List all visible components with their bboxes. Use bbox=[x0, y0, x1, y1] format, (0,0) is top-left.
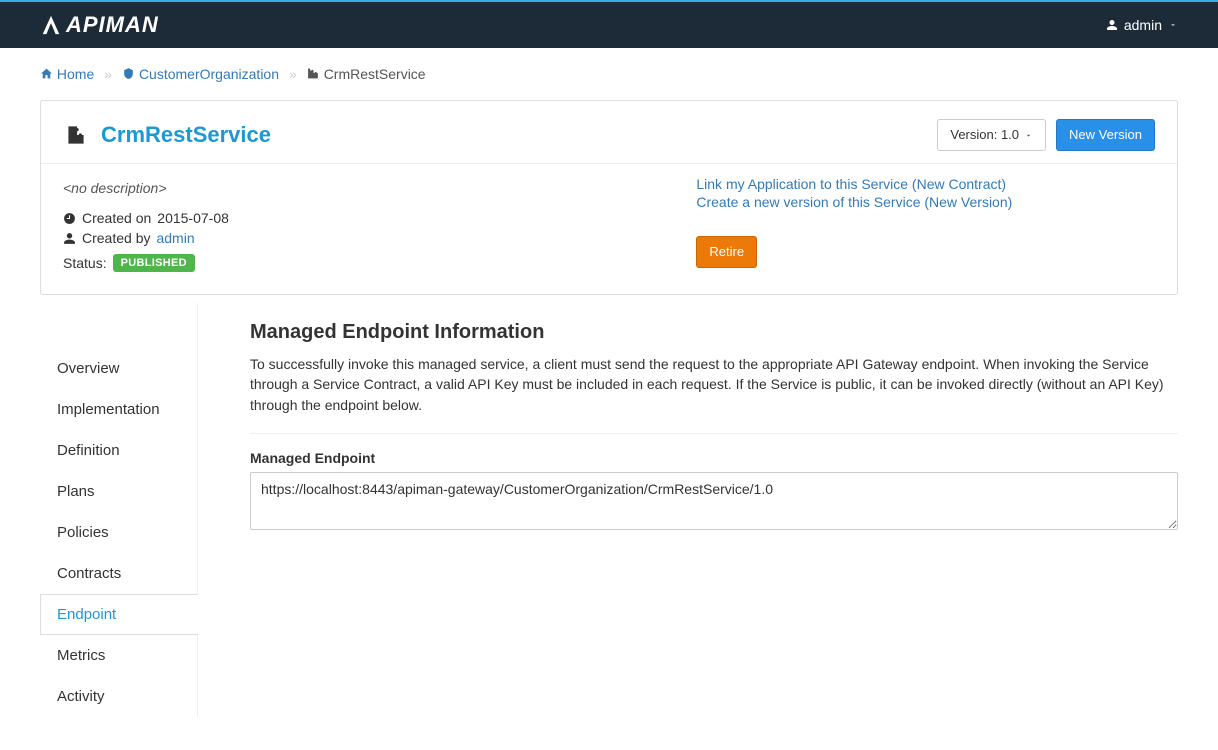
tab-policies[interactable]: Policies bbox=[40, 512, 197, 553]
header-actions: Version: 1.0 New Version bbox=[937, 119, 1155, 151]
create-version-link[interactable]: Create a new version of this Service (Ne… bbox=[696, 194, 1155, 210]
tab-overview[interactable]: Overview bbox=[40, 348, 197, 389]
version-selector[interactable]: Version: 1.0 bbox=[937, 119, 1046, 151]
home-icon bbox=[40, 67, 53, 80]
status-row: Status: PUBLISHED bbox=[63, 254, 666, 272]
breadcrumb-home[interactable]: Home bbox=[40, 66, 94, 82]
retire-button[interactable]: Retire bbox=[696, 236, 757, 268]
service-description: <no description> bbox=[63, 176, 666, 210]
service-panel: CrmRestService Version: 1.0 New Version … bbox=[40, 100, 1178, 295]
clock-icon bbox=[63, 212, 76, 225]
logo-icon bbox=[40, 14, 62, 36]
action-links: Link my Application to this Service (New… bbox=[696, 176, 1155, 210]
breadcrumb-separator: » bbox=[104, 66, 112, 82]
shield-icon bbox=[122, 67, 135, 80]
user-icon bbox=[1106, 19, 1118, 31]
content-area: Overview Implementation Definition Plans… bbox=[0, 303, 1218, 717]
service-title: CrmRestService bbox=[63, 122, 271, 148]
main-content: Managed Endpoint Information To successf… bbox=[198, 303, 1178, 717]
user-menu[interactable]: admin bbox=[1106, 17, 1178, 33]
tab-definition[interactable]: Definition bbox=[40, 430, 197, 471]
logo[interactable]: APIMAN bbox=[40, 12, 159, 38]
breadcrumb: Home » CustomerOrganization » CrmRestSer… bbox=[0, 48, 1218, 92]
service-name[interactable]: CrmRestService bbox=[101, 122, 271, 148]
created-on-value: 2015-07-08 bbox=[157, 210, 229, 226]
breadcrumb-current: CrmRestService bbox=[307, 66, 426, 82]
panel-left-column: <no description> Created on 2015-07-08 C… bbox=[63, 176, 666, 272]
created-by-link[interactable]: admin bbox=[156, 230, 194, 246]
chevron-down-icon bbox=[1168, 20, 1178, 30]
created-on-row: Created on 2015-07-08 bbox=[63, 210, 666, 226]
top-navbar: APIMAN admin bbox=[0, 0, 1218, 48]
breadcrumb-org[interactable]: CustomerOrganization bbox=[122, 66, 279, 82]
chevron-down-icon bbox=[1024, 131, 1033, 140]
panel-header: CrmRestService Version: 1.0 New Version bbox=[41, 101, 1177, 164]
status-badge: PUBLISHED bbox=[113, 254, 195, 272]
logo-text: APIMAN bbox=[66, 12, 159, 38]
sidebar-tabs: Overview Implementation Definition Plans… bbox=[40, 303, 198, 717]
tab-implementation[interactable]: Implementation bbox=[40, 389, 197, 430]
tab-metrics[interactable]: Metrics bbox=[40, 635, 197, 676]
tab-contracts[interactable]: Contracts bbox=[40, 553, 197, 594]
new-version-button[interactable]: New Version bbox=[1056, 119, 1155, 151]
user-icon bbox=[63, 232, 76, 245]
endpoint-label: Managed Endpoint bbox=[250, 450, 1178, 466]
breadcrumb-separator: » bbox=[289, 66, 297, 82]
tab-endpoint[interactable]: Endpoint bbox=[40, 594, 198, 635]
page-description: To successfully invoke this managed serv… bbox=[250, 354, 1178, 415]
page-title: Managed Endpoint Information bbox=[250, 321, 1178, 344]
panel-right-column: Link my Application to this Service (New… bbox=[696, 176, 1155, 272]
managed-endpoint-field[interactable] bbox=[250, 472, 1178, 530]
divider bbox=[250, 433, 1178, 434]
tab-activity[interactable]: Activity bbox=[40, 676, 197, 717]
user-name: admin bbox=[1124, 17, 1162, 33]
created-by-row: Created by admin bbox=[63, 230, 666, 246]
panel-body: <no description> Created on 2015-07-08 C… bbox=[41, 164, 1177, 294]
link-application-link[interactable]: Link my Application to this Service (New… bbox=[696, 176, 1155, 192]
puzzle-icon bbox=[63, 122, 89, 148]
tab-plans[interactable]: Plans bbox=[40, 471, 197, 512]
puzzle-icon bbox=[307, 67, 320, 80]
